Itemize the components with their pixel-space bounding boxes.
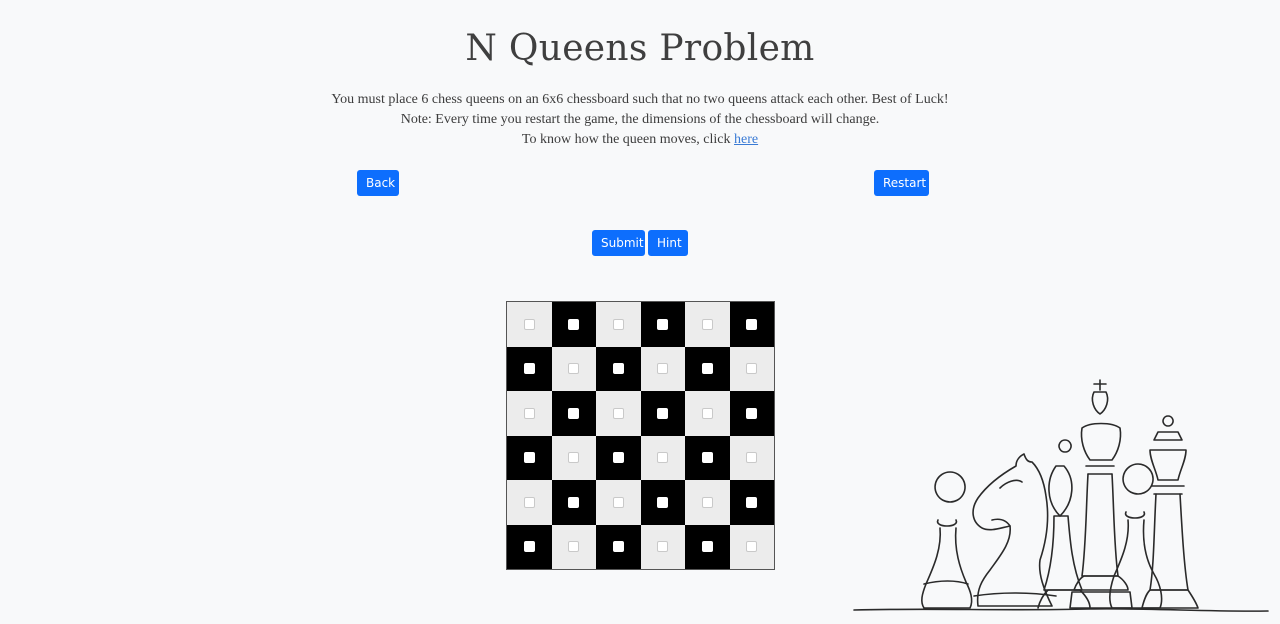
board-square — [596, 524, 641, 569]
queen-checkbox[interactable] — [701, 496, 713, 508]
queen-checkbox[interactable] — [657, 452, 669, 464]
queen-checkbox[interactable] — [523, 452, 535, 464]
board-square — [729, 302, 774, 347]
queen-checkbox[interactable] — [568, 407, 580, 419]
board-square — [551, 346, 596, 391]
board-square — [507, 391, 552, 436]
board-square — [596, 435, 641, 480]
queen-checkbox[interactable] — [701, 363, 713, 375]
chessboard — [506, 301, 775, 570]
back-button[interactable]: Back — [357, 170, 399, 196]
board-square — [551, 524, 596, 569]
board-square — [729, 346, 774, 391]
chess-pieces-line-art — [853, 379, 1269, 612]
instructions-line-1: You must place 6 chess queens on an 6x6 … — [331, 92, 949, 107]
queen-checkbox[interactable] — [657, 363, 669, 375]
board-square — [685, 346, 730, 391]
board-square — [729, 524, 774, 569]
queen-checkbox[interactable] — [568, 496, 580, 508]
instructions: You must place 6 chess queens on an 6x6 … — [0, 90, 1280, 150]
board-square — [640, 302, 685, 347]
board-square — [551, 435, 596, 480]
queen-checkbox[interactable] — [568, 318, 580, 330]
queen-checkbox[interactable] — [568, 363, 580, 375]
board-square — [596, 480, 641, 525]
queen-checkbox[interactable] — [612, 407, 624, 419]
board-square — [685, 435, 730, 480]
board-square — [640, 480, 685, 525]
queen-checkbox[interactable] — [746, 496, 758, 508]
queen-checkbox[interactable] — [701, 452, 713, 464]
queen-checkbox[interactable] — [746, 407, 758, 419]
board-square — [640, 391, 685, 436]
board-square — [685, 524, 730, 569]
submit-button[interactable]: Submit — [592, 230, 645, 256]
queen-checkbox[interactable] — [701, 318, 713, 330]
restart-button[interactable]: Restart — [874, 170, 929, 196]
queen-checkbox[interactable] — [612, 541, 624, 553]
queen-checkbox[interactable] — [657, 496, 669, 508]
board-square — [551, 302, 596, 347]
queen-checkbox[interactable] — [523, 541, 535, 553]
queen-checkbox[interactable] — [568, 541, 580, 553]
board-square — [507, 480, 552, 525]
queen-checkbox[interactable] — [746, 541, 758, 553]
queen-checkbox[interactable] — [568, 452, 580, 464]
board-square — [507, 346, 552, 391]
queen-checkbox[interactable] — [523, 407, 535, 419]
queen-moves-link[interactable]: here — [734, 132, 758, 147]
instructions-line-2: Note: Every time you restart the game, t… — [400, 112, 880, 127]
instructions-line-3: To know how the queen moves, click here — [0, 130, 1280, 150]
instructions-line-3-text: To know how the queen moves, click — [521, 132, 734, 147]
board-square — [729, 480, 774, 525]
board-square — [596, 302, 641, 347]
board-square — [685, 391, 730, 436]
queen-checkbox[interactable] — [746, 452, 758, 464]
queen-checkbox[interactable] — [523, 318, 535, 330]
board-square — [640, 524, 685, 569]
queen-checkbox[interactable] — [657, 407, 669, 419]
queen-checkbox[interactable] — [657, 541, 669, 553]
board-square — [685, 302, 730, 347]
queen-checkbox[interactable] — [612, 318, 624, 330]
board-square — [640, 346, 685, 391]
queen-checkbox[interactable] — [612, 363, 624, 375]
queen-checkbox[interactable] — [523, 496, 535, 508]
board-square — [685, 480, 730, 525]
queen-checkbox[interactable] — [701, 541, 713, 553]
board-square — [729, 435, 774, 480]
board-square — [596, 346, 641, 391]
board-square — [507, 302, 552, 347]
hint-button[interactable]: Hint — [648, 230, 688, 256]
board-square — [507, 435, 552, 480]
queen-checkbox[interactable] — [701, 407, 713, 419]
board-square — [551, 480, 596, 525]
queen-checkbox[interactable] — [746, 318, 758, 330]
board-square — [596, 391, 641, 436]
page-title: N Queens Problem — [465, 28, 815, 69]
queen-checkbox[interactable] — [612, 452, 624, 464]
queen-checkbox[interactable] — [746, 363, 758, 375]
queen-checkbox[interactable] — [523, 363, 535, 375]
queen-checkbox[interactable] — [612, 496, 624, 508]
board-square — [507, 524, 552, 569]
board-square — [551, 391, 596, 436]
queen-checkbox[interactable] — [657, 318, 669, 330]
board-square — [729, 391, 774, 436]
board-square — [640, 435, 685, 480]
